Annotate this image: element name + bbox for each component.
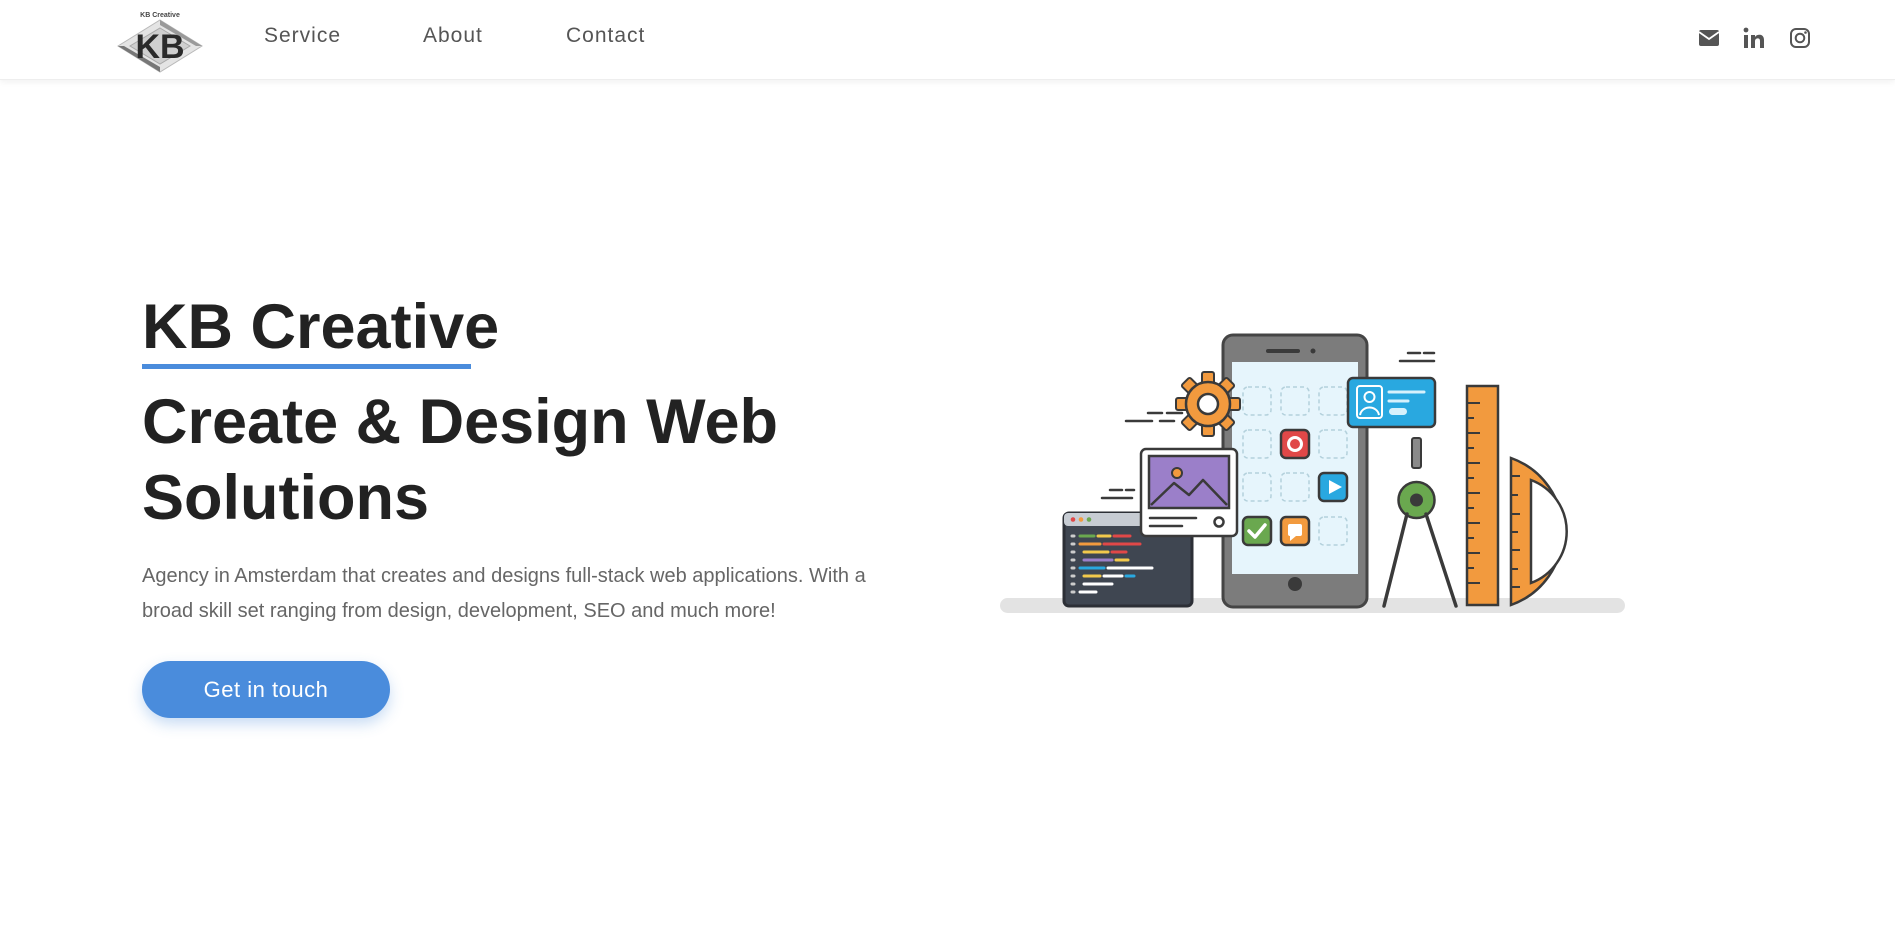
instagram-icon[interactable] — [1788, 26, 1812, 50]
kb-creative-logo[interactable]: KB Creative KB — [114, 8, 206, 74]
hero-title: KB Creative — [142, 292, 500, 362]
hero-description: Agency in Amsterdam that creates and des… — [142, 565, 866, 622]
drawing-compass-illustration — [1382, 437, 1458, 608]
email-icon[interactable] — [1697, 26, 1721, 50]
hero-heading: Create & Design Web Solutions — [142, 387, 778, 533]
gear-icon — [1175, 371, 1241, 437]
nav-link-contact[interactable]: Contact — [566, 24, 645, 48]
logo-monogram: KB — [135, 28, 184, 66]
linkedin-icon[interactable] — [1742, 26, 1766, 50]
title-underline — [142, 364, 471, 369]
image-card-illustration — [1139, 447, 1239, 538]
smartphone-illustration — [1221, 333, 1369, 609]
navbar: KB Creative KB Service About Contact — [0, 0, 1895, 80]
ruler-illustration — [1465, 384, 1500, 607]
protractor-illustration — [1509, 456, 1568, 607]
nav-link-service[interactable]: Service — [264, 24, 341, 48]
get-in-touch-button[interactable]: Get in touch — [142, 661, 390, 718]
profile-card-illustration — [1346, 376, 1437, 429]
logo-caption: KB Creative — [140, 12, 180, 19]
web-design-illustration — [1000, 333, 1625, 613]
nav-link-about[interactable]: About — [423, 24, 483, 48]
